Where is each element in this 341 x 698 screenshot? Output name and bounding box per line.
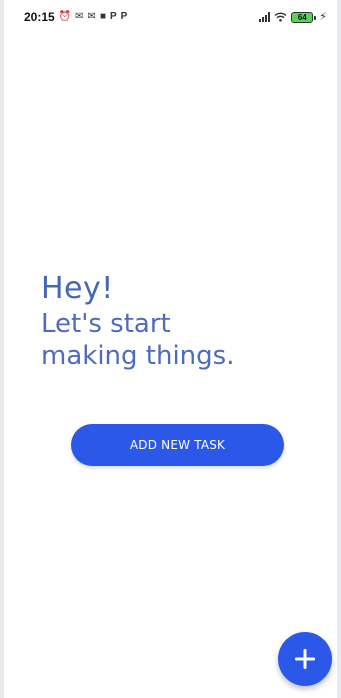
battery-level: 64 <box>297 12 307 22</box>
status-bar: 20:15 ⏰ ✉ ✉ ■ P P 64 ⚡ <box>4 0 337 34</box>
greeting-line-1: Let's start <box>41 309 171 339</box>
greeting-line-2: making things. <box>41 341 235 371</box>
status-time: 20:15 <box>24 10 55 24</box>
add-fab-button[interactable] <box>278 632 332 686</box>
battery-icon: 64 <box>291 11 317 23</box>
status-left: 20:15 ⏰ ✉ ✉ ■ P P <box>24 10 127 24</box>
mail-icon: ✉ <box>75 11 84 22</box>
wifi-icon <box>274 12 287 22</box>
add-new-task-button[interactable]: ADD NEW TASK <box>71 424 284 466</box>
status-right: 64 ⚡ <box>259 10 327 23</box>
alarm-icon: ⏰ <box>58 11 72 22</box>
p-app-icon: P <box>109 11 117 22</box>
charging-icon: ⚡ <box>319 10 327 23</box>
signal-icon <box>259 12 271 22</box>
mail-icon: ✉ <box>87 11 96 22</box>
video-icon: ■ <box>99 11 106 22</box>
greeting-block: Hey! Let's start making things. <box>41 270 234 372</box>
p-app-icon: P <box>120 11 128 22</box>
app-screen: 20:15 ⏰ ✉ ✉ ■ P P 64 ⚡ Hey! Let's start <box>4 0 337 698</box>
greeting-title: Hey! <box>41 271 114 306</box>
plus-icon <box>295 649 315 669</box>
